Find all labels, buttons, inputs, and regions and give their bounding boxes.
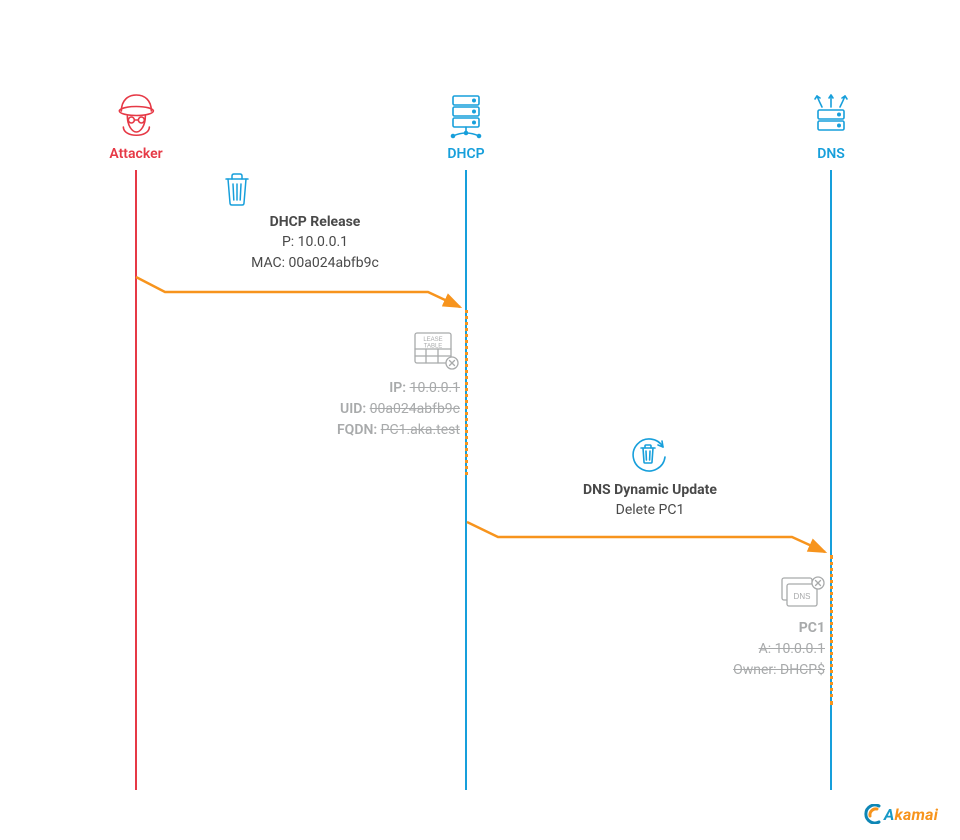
- svg-text:DNS: DNS: [794, 592, 811, 601]
- dns-record-entries: PC1 A: 10.0.0.1 Owner: DHCP$: [675, 618, 825, 681]
- dns-rec-owner: Owner: DHCP$: [675, 660, 825, 681]
- lease-fqdn-row: FQDN: PC1.aka.test: [337, 420, 460, 441]
- actor-dns-label: DNS: [808, 146, 854, 162]
- activation-dhcp: [465, 310, 468, 475]
- brand-swoosh-icon: [864, 804, 884, 824]
- dns-rec-host: PC1: [675, 618, 825, 639]
- attacker-icon: [113, 90, 159, 140]
- msg2-title: DNS Dynamic Update: [480, 480, 820, 500]
- refresh-trash-icon: [625, 430, 671, 476]
- actor-dhcp-label: DHCP: [443, 146, 489, 162]
- dns-record-icon: DNS: [778, 572, 826, 612]
- lease-table-entries: IP: 10.0.0.1 UID: 00a024abfb9c FQDN: PC1…: [337, 378, 460, 441]
- msg2-line1: Delete PC1: [480, 500, 820, 520]
- actor-attacker-label: Attacker: [109, 146, 162, 162]
- message-dns-update: DNS Dynamic Update Delete PC1: [480, 480, 820, 521]
- brand-logo: Akamai: [864, 804, 938, 824]
- lease-ip-row: IP: 10.0.0.1: [337, 378, 460, 399]
- dns-icon: [808, 90, 854, 140]
- msg1-mac: MAC: 00a024abfb9c: [150, 253, 480, 273]
- actor-dhcp: DHCP: [443, 90, 489, 162]
- dns-rec-a: A: 10.0.0.1: [675, 639, 825, 660]
- lease-table-icon: LEASE TABLE: [412, 330, 462, 372]
- lease-uid-row: UID: 00a024abfb9c: [337, 399, 460, 420]
- svg-text:LEASE: LEASE: [423, 337, 442, 343]
- activation-dns: [830, 555, 833, 705]
- server-icon: [443, 90, 489, 140]
- trash-icon: [220, 170, 254, 208]
- brand-text: kamai: [895, 805, 938, 824]
- message-dhcp-release: DHCP Release P: 10.0.0.1 MAC: 00a024abfb…: [150, 212, 480, 273]
- msg1-title: DHCP Release: [150, 212, 480, 232]
- actor-dns: DNS: [808, 90, 854, 162]
- msg1-ip: P: 10.0.0.1: [150, 232, 480, 252]
- diagram-stage: Attacker DHCP: [0, 0, 960, 840]
- actor-attacker: Attacker: [109, 90, 162, 162]
- svg-text:TABLE: TABLE: [424, 344, 443, 350]
- lifeline-attacker: [135, 170, 137, 790]
